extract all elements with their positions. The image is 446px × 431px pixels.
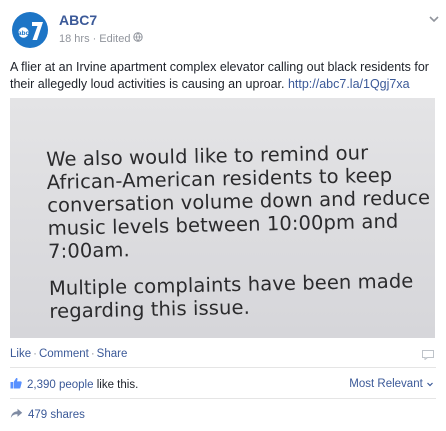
most-relevant-dropdown[interactable]: Most Relevant [349, 378, 434, 390]
edited-label[interactable]: Edited [99, 33, 130, 45]
abc7-logo[interactable]: abc [10, 10, 50, 50]
post-link[interactable]: http://abc7.la/1Qgj7xa [288, 77, 410, 91]
svg-text:abc: abc [18, 30, 30, 37]
shares-link[interactable]: 479 shares [10, 408, 85, 422]
page-name-link[interactable]: ABC7 [59, 12, 97, 28]
action-separator: · [33, 348, 37, 360]
comment-box-icon[interactable] [422, 347, 434, 361]
chevron-down-icon [427, 382, 433, 387]
likes-suffix: like this. [96, 378, 139, 391]
meta-separator: · [92, 32, 97, 45]
action-separator: · [90, 348, 95, 360]
like-link[interactable]: Like [10, 348, 31, 360]
divider [10, 398, 436, 399]
flyer-text: We also would like to remind our African… [46, 140, 435, 323]
globe-icon [133, 32, 144, 45]
likes-count-link[interactable]: 2,390 people [27, 379, 94, 391]
thumbs-up-icon [10, 377, 22, 392]
chevron-down-icon[interactable] [428, 12, 440, 24]
facebook-post: abc ABC7 18 hrs · Edited A flier at an I… [0, 0, 446, 431]
comment-link[interactable]: Comment [39, 348, 89, 360]
post-meta: 18 hrs · Edited [59, 32, 144, 45]
shares-count: 479 shares [28, 409, 85, 421]
post-text: A flier at an Irvine apartment complex e… [10, 59, 440, 93]
flyer-photo[interactable]: We also would like to remind our African… [10, 98, 435, 338]
share-link[interactable]: Share [97, 348, 128, 360]
share-arrow-icon [10, 408, 23, 422]
post-time[interactable]: 18 hrs [59, 33, 90, 45]
divider [10, 367, 436, 368]
post-actions: Like · Comment · Share [10, 348, 127, 360]
likes-summary: 2,390 people like this. [10, 377, 138, 392]
sort-label: Most Relevant [349, 378, 423, 390]
